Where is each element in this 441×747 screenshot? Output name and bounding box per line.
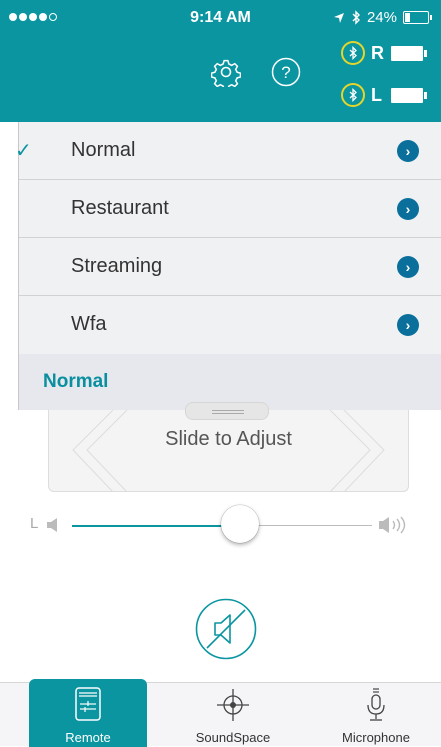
chevron-right-outline-icon — [329, 410, 385, 492]
drag-handle[interactable] — [185, 402, 269, 420]
gear-icon[interactable] — [211, 57, 241, 87]
location-arrow-icon — [333, 12, 344, 23]
bluetooth-icon — [341, 41, 365, 65]
program-item-normal[interactable]: ✓ Normal › — [15, 122, 441, 180]
device-right[interactable]: R — [341, 41, 427, 65]
program-label: Streaming — [71, 255, 163, 277]
chevron-right-icon[interactable]: › — [397, 256, 419, 278]
speaker-low-icon — [47, 518, 57, 532]
device-side-label: R — [371, 42, 384, 63]
program-label: Restaurant — [71, 197, 169, 219]
slide-to-adjust-label: Slide to Adjust — [165, 428, 292, 450]
volume-knob[interactable] — [221, 505, 259, 543]
slide-to-adjust-panel[interactable]: Slide to Adjust — [48, 402, 409, 492]
volume-side-label: L — [30, 515, 39, 532]
program-item-streaming[interactable]: Streaming › — [19, 238, 441, 296]
program-label: Normal — [71, 139, 136, 161]
chevron-right-icon[interactable]: › — [397, 198, 419, 220]
chevron-right-icon[interactable]: › — [397, 140, 419, 162]
tab-remote[interactable]: Remote — [29, 679, 147, 747]
program-item-wfa[interactable]: Wfa › — [19, 296, 441, 354]
speaker-high-icon — [379, 516, 406, 534]
remote-icon — [75, 687, 101, 721]
tab-label: Microphone — [342, 730, 410, 745]
battery-icon — [403, 11, 432, 24]
bluetooth-icon — [341, 83, 365, 107]
volume-track — [256, 525, 372, 526]
checkmark-icon: ✓ — [15, 140, 32, 162]
help-icon[interactable]: ? — [270, 56, 302, 88]
battery-percent: 24% — [366, 9, 397, 26]
microphone-icon — [367, 688, 385, 721]
header-bar: 9:14 AM 24% ? R L — [0, 0, 441, 122]
chevron-right-icon[interactable]: › — [397, 314, 419, 336]
current-program-label: Normal — [43, 371, 109, 392]
svg-text:?: ? — [281, 63, 290, 82]
program-label: Wfa — [71, 313, 107, 335]
tab-label: Remote — [65, 730, 111, 745]
program-list: ✓ Normal › Restaurant › Streaming › Wfa … — [15, 122, 441, 354]
volume-slider[interactable]: L — [0, 500, 441, 550]
status-right: 24% — [333, 9, 432, 26]
battery-fill — [405, 13, 410, 22]
device-side-label: L — [371, 84, 382, 105]
crosshair-icon — [217, 689, 249, 721]
chevron-left-icon — [72, 410, 128, 492]
device-battery-icon — [391, 87, 427, 103]
status-bar: 9:14 AM 24% — [0, 0, 441, 34]
tab-soundspace[interactable]: SoundSpace — [172, 679, 294, 747]
tab-label: SoundSpace — [195, 730, 271, 745]
bluetooth-status-icon — [352, 10, 360, 25]
volume-track-active — [72, 525, 226, 527]
device-left[interactable]: L — [341, 83, 427, 107]
tab-microphone[interactable]: Microphone — [315, 679, 437, 747]
device-battery-icon — [391, 45, 427, 61]
tab-bar: Remote SoundSpace Microphone — [0, 679, 441, 747]
program-item-restaurant[interactable]: Restaurant › — [19, 180, 441, 238]
mute-button[interactable] — [195, 598, 257, 660]
